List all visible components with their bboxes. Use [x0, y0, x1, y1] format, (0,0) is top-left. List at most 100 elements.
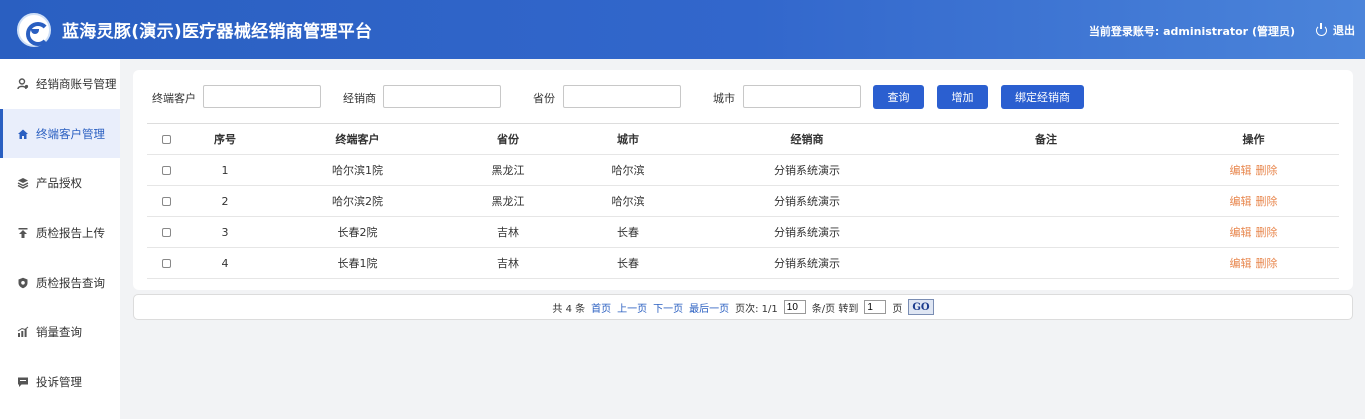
row-checkbox[interactable]: [161, 259, 171, 268]
select-all-checkbox[interactable]: [161, 135, 171, 144]
row-select-cell: [147, 154, 185, 186]
sidebar-item-complaints[interactable]: 投诉管理: [0, 357, 120, 407]
delete-link[interactable]: 删除: [1256, 164, 1278, 177]
sidebar-item-label: 经销商账号管理: [36, 76, 117, 91]
row-customer: 长春2院: [265, 216, 450, 248]
bar-chart-icon: [17, 326, 29, 338]
row-province: 黑龙江: [450, 154, 566, 186]
city-filter-input[interactable]: [743, 85, 861, 108]
row-customer: 哈尔滨2院: [265, 185, 450, 217]
row-select-cell: [147, 247, 185, 279]
sidebar-item-label: 质检报告查询: [36, 275, 105, 290]
delete-link[interactable]: 删除: [1256, 257, 1278, 270]
customer-table: 序号 终端客户 省份 城市 经销商 备注 操作 1 哈尔滨1院 黑龙江 哈尔滨 …: [147, 123, 1339, 279]
edit-link[interactable]: 编辑: [1230, 164, 1252, 177]
row-note: [924, 154, 1168, 186]
column-header: 经销商: [690, 123, 924, 155]
logout-label: 退出: [1333, 24, 1355, 37]
edit-link[interactable]: 编辑: [1230, 257, 1252, 270]
row-checkbox[interactable]: [161, 228, 171, 237]
row-city: 哈尔滨: [566, 185, 690, 217]
row-number: 2: [185, 185, 265, 217]
column-header: 备注: [924, 123, 1168, 155]
bind-dealer-button[interactable]: 绑定经销商: [1001, 85, 1084, 109]
sidebar: 经销商账号管理 终端客户管理 产品授权 质检报告上传 质检报告查询 销量查询 投…: [0, 59, 120, 419]
column-header: 序号: [185, 123, 265, 155]
sidebar-item-report-upload[interactable]: 质检报告上传: [0, 208, 120, 258]
logout-button[interactable]: 退出: [1316, 22, 1355, 38]
sidebar-item-product-auth[interactable]: 产品授权: [0, 158, 120, 208]
row-actions: 编辑 删除: [1168, 154, 1339, 186]
sidebar-item-label: 销量查询: [36, 325, 82, 340]
edit-link[interactable]: 编辑: [1230, 226, 1252, 239]
sidebar-item-dealer-accounts[interactable]: 经销商账号管理: [0, 59, 120, 109]
current-user-label: 当前登录账号: administrator (管理员): [1088, 25, 1295, 38]
message-icon: [17, 376, 29, 388]
row-dealer: 分销系统演示: [690, 247, 924, 279]
row-city: 哈尔滨: [566, 154, 690, 186]
page-suffix: 页: [892, 303, 903, 315]
row-note: [924, 185, 1168, 217]
customer-filter-input[interactable]: [203, 85, 321, 108]
prev-page-link[interactable]: 上一页: [617, 300, 647, 315]
row-checkbox[interactable]: [161, 197, 171, 206]
delete-link[interactable]: 删除: [1256, 226, 1278, 239]
row-checkbox[interactable]: [161, 166, 171, 175]
row-dealer: 分销系统演示: [690, 185, 924, 217]
column-header: 终端客户: [265, 123, 450, 155]
last-page-link[interactable]: 最后一页: [689, 300, 729, 315]
dealer-filter-input[interactable]: [383, 85, 501, 108]
sidebar-item-label: 质检报告上传: [36, 225, 105, 240]
row-number: 4: [185, 247, 265, 279]
table-header-row: 序号 终端客户 省份 城市 经销商 备注 操作: [147, 123, 1339, 155]
row-customer: 哈尔滨1院: [265, 154, 450, 186]
column-header: 省份: [450, 123, 566, 155]
row-customer: 长春1院: [265, 247, 450, 279]
city-filter-label: 城市: [713, 92, 735, 105]
row-note: [924, 247, 1168, 279]
shield-icon: [17, 277, 29, 289]
row-note: [924, 216, 1168, 248]
row-city: 长春: [566, 216, 690, 248]
province-filter-input[interactable]: [563, 85, 681, 108]
query-button[interactable]: 查询: [873, 85, 924, 109]
row-province: 吉林: [450, 247, 566, 279]
next-page-link[interactable]: 下一页: [653, 300, 683, 315]
page-info: 页次: 1/1: [735, 303, 778, 315]
edit-link[interactable]: 编辑: [1230, 195, 1252, 208]
row-select-cell: [147, 185, 185, 217]
row-select-cell: [147, 216, 185, 248]
row-province: 吉林: [450, 216, 566, 248]
select-all-cell: [147, 123, 185, 155]
sidebar-item-label: 产品授权: [36, 176, 82, 191]
row-dealer: 分销系统演示: [690, 154, 924, 186]
dolphin-logo-icon: [17, 13, 51, 47]
pagination-bar: 共 4 条 首页 上一页 下一页 最后一页 页次: 1/1 条/页 转到 页 G…: [133, 294, 1353, 320]
add-button[interactable]: 增加: [937, 85, 988, 109]
upload-icon: [17, 227, 29, 239]
first-page-link[interactable]: 首页: [591, 300, 611, 315]
app-header: 蓝海灵豚(演示)医疗器械经销商管理平台 当前登录账号: administrato…: [0, 0, 1365, 59]
sidebar-item-sales-query[interactable]: 销量查询: [0, 307, 120, 357]
per-page-label: 条/页 转到: [811, 303, 859, 315]
province-filter-label: 省份: [533, 92, 555, 105]
layers-icon: [17, 177, 29, 189]
page-size-input[interactable]: [783, 300, 806, 314]
total-count: 共 4 条: [552, 303, 586, 315]
row-actions: 编辑 删除: [1168, 216, 1339, 248]
home-icon: [17, 128, 29, 140]
row-number: 3: [185, 216, 265, 248]
go-button[interactable]: GO: [908, 299, 934, 315]
row-actions: 编辑 删除: [1168, 247, 1339, 279]
row-number: 1: [185, 154, 265, 186]
sidebar-item-label: 终端客户管理: [36, 126, 105, 141]
row-province: 黑龙江: [450, 185, 566, 217]
sidebar-item-label: 投诉管理: [36, 374, 82, 389]
sidebar-item-terminal-customers[interactable]: 终端客户管理: [0, 108, 120, 159]
delete-link[interactable]: 删除: [1256, 195, 1278, 208]
table-row: 4 长春1院 吉林 长春 分销系统演示 编辑 删除: [147, 247, 1339, 279]
customer-filter-label: 终端客户: [152, 92, 196, 105]
row-dealer: 分销系统演示: [690, 216, 924, 248]
sidebar-item-report-query[interactable]: 质检报告查询: [0, 258, 120, 308]
goto-page-input[interactable]: [864, 300, 887, 314]
